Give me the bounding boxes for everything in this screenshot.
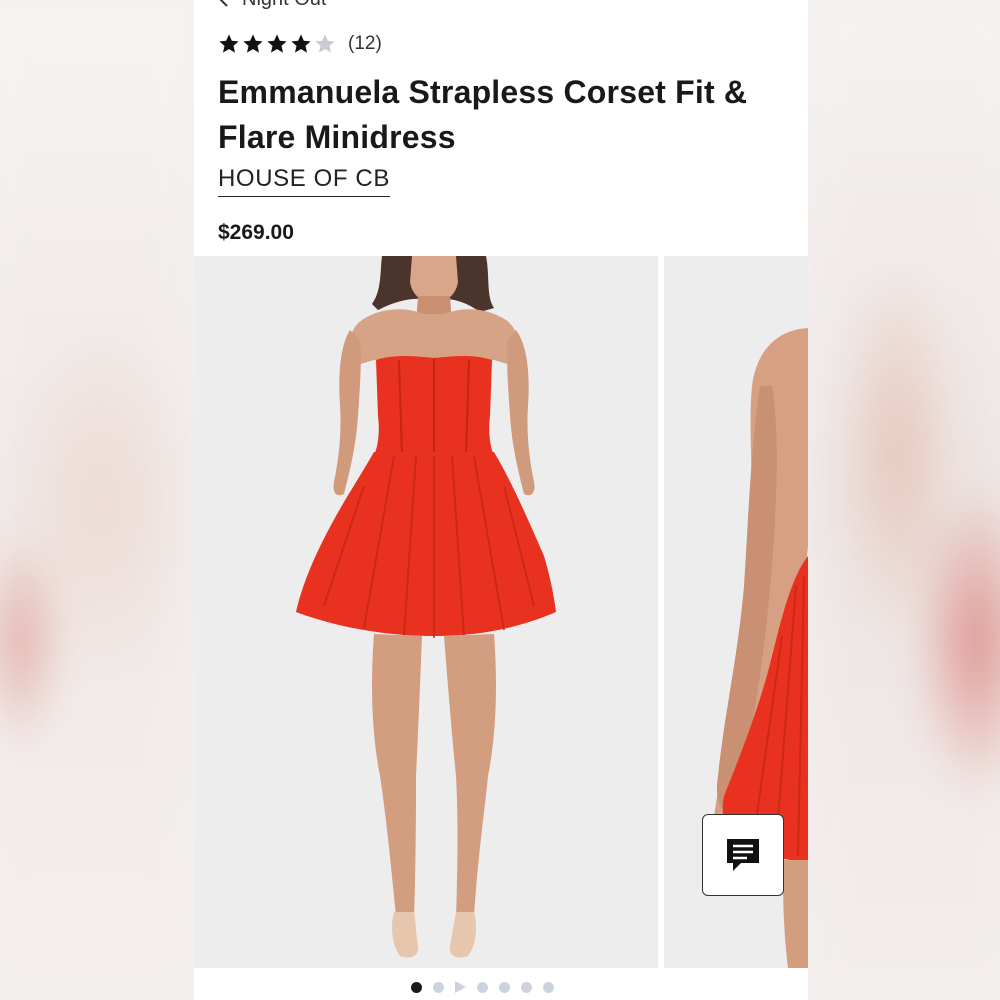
chat-button[interactable] (702, 814, 784, 896)
back-link[interactable]: Night Out (218, 0, 326, 11)
review-count[interactable]: (12) (348, 33, 382, 55)
pagination-dot-active[interactable] (411, 981, 422, 993)
star-empty-icon (315, 34, 335, 53)
brand-link[interactable]: HOUSE OF CB (218, 165, 390, 197)
gallery-pagination (411, 981, 554, 993)
back-link-label: Night Out (242, 0, 326, 11)
pagination-dot[interactable] (499, 981, 510, 993)
product-title: Emmanuela Strapless Corset Fit & Flare M… (218, 74, 748, 155)
product-page: Night Out (12) Emmanuela Strapless Corse… (194, 0, 808, 1000)
pagination-dot[interactable] (543, 981, 554, 993)
pagination-dot[interactable] (521, 981, 532, 993)
product-price: $269.00 (218, 221, 294, 244)
star-filled-icon (243, 34, 263, 53)
background-blur-left (0, 0, 194, 1000)
product-image-front[interactable] (194, 256, 658, 968)
screen: Night Out (12) Emmanuela Strapless Corse… (0, 0, 1000, 1000)
star-filled-icon (291, 34, 311, 53)
rating-stars (218, 33, 336, 55)
product-rating[interactable]: (12) (218, 33, 382, 55)
play-icon[interactable] (455, 981, 466, 993)
pagination-dot[interactable] (477, 981, 488, 993)
background-blur-right (808, 0, 1000, 1000)
star-filled-icon (267, 34, 287, 53)
star-filled-icon (219, 34, 239, 53)
chevron-left-icon (220, 0, 228, 7)
pagination-dot[interactable] (433, 981, 444, 993)
chat-icon (727, 839, 759, 871)
